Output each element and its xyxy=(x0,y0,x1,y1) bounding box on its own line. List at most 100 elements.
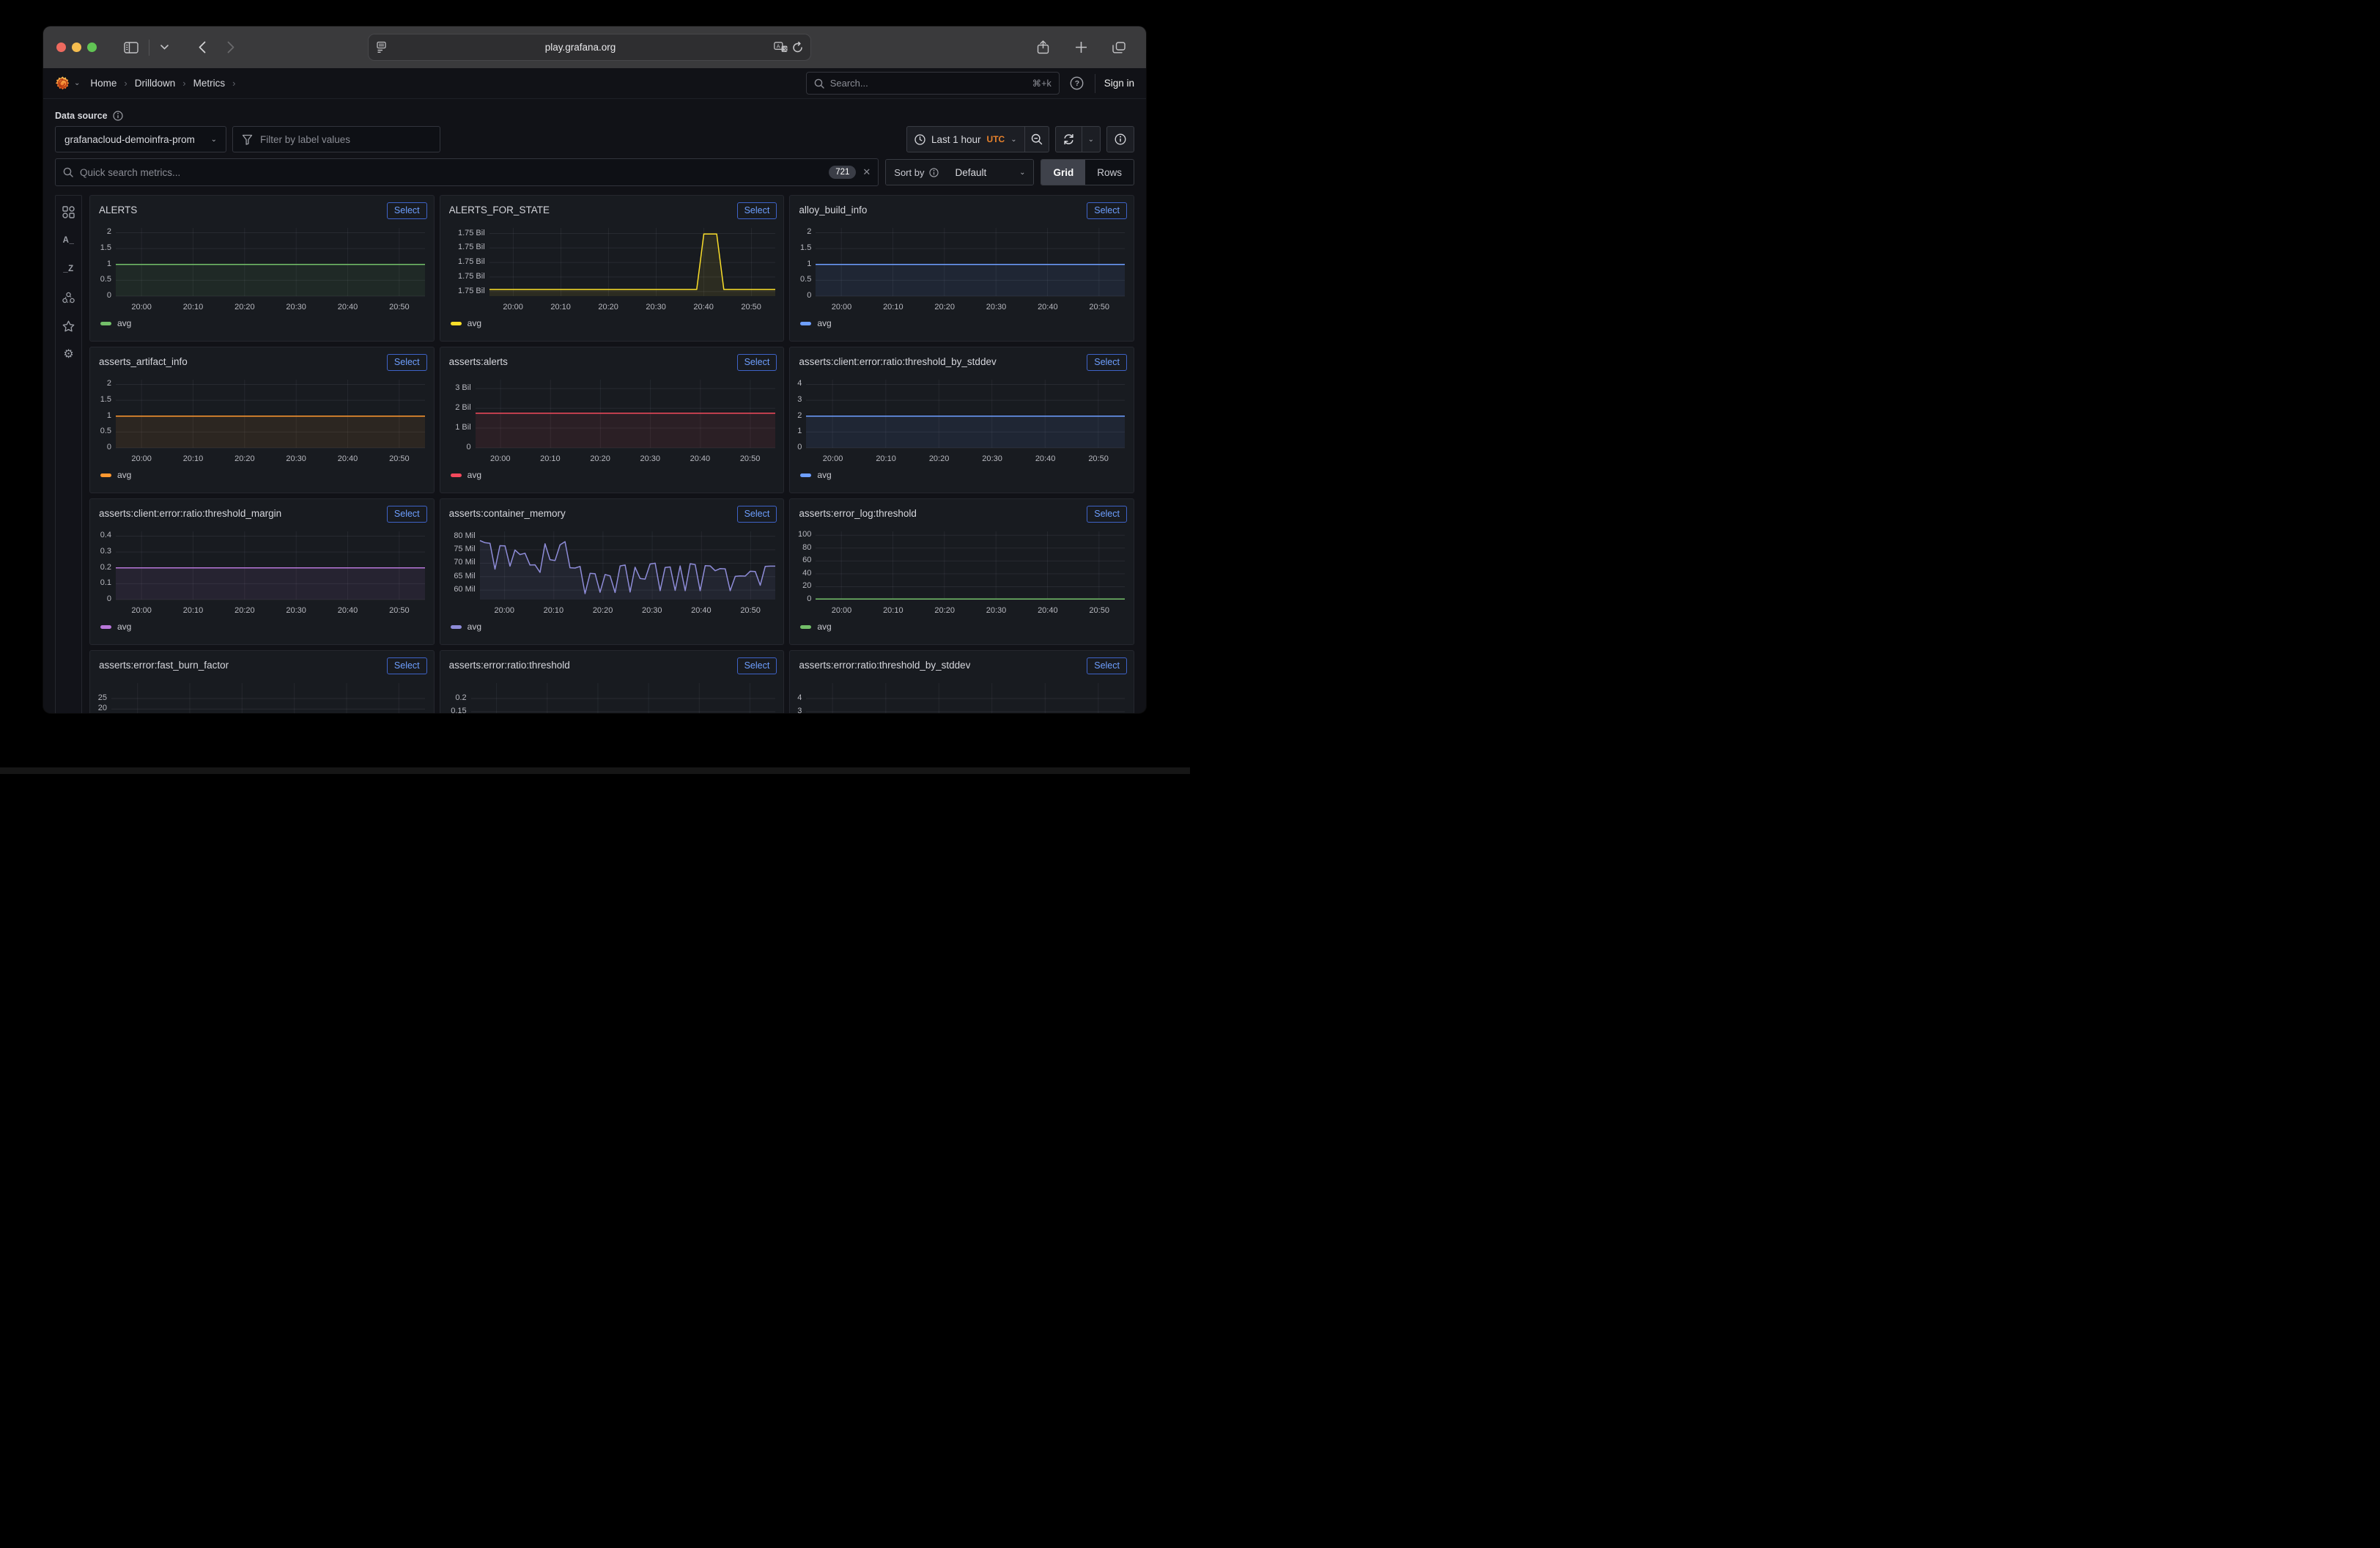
clear-search-icon[interactable]: ✕ xyxy=(862,166,871,178)
y-axis-label: 0 xyxy=(93,443,111,452)
global-search-input[interactable] xyxy=(830,78,1027,89)
legend-label: avg xyxy=(117,622,131,632)
legend[interactable]: avg xyxy=(451,470,481,480)
chart-plot[interactable] xyxy=(489,228,775,297)
translate-icon[interactable]: A 文 xyxy=(774,42,788,53)
chart-plot[interactable] xyxy=(806,683,1125,713)
info-icon[interactable] xyxy=(113,111,123,121)
view-option-grid[interactable]: Grid xyxy=(1041,160,1085,185)
close-window-button[interactable] xyxy=(56,43,66,52)
zoom-window-button[interactable] xyxy=(87,43,97,52)
tab-overview-button[interactable] xyxy=(1108,37,1130,59)
sign-in-button[interactable]: Sign in xyxy=(1104,78,1134,89)
y-axis-label: 100 xyxy=(793,530,811,539)
chart-plot[interactable] xyxy=(816,228,1125,297)
chart-plot[interactable] xyxy=(471,683,775,713)
x-axis-label: 20:30 xyxy=(278,303,314,312)
legend-label: avg xyxy=(468,622,481,632)
y-axis-label: 0.5 xyxy=(93,275,111,284)
quick-search-input[interactable] xyxy=(80,167,822,178)
x-axis-label: 20:10 xyxy=(175,606,212,615)
y-axis-label: 1.75 Bil xyxy=(443,272,485,281)
chart-plot[interactable] xyxy=(816,531,1125,600)
select-button[interactable]: Select xyxy=(737,202,777,219)
select-button[interactable]: Select xyxy=(1087,202,1127,219)
chart-plot[interactable] xyxy=(116,380,425,449)
forward-button[interactable] xyxy=(220,37,242,59)
select-button[interactable]: Select xyxy=(387,657,427,674)
select-button[interactable]: Select xyxy=(387,506,427,523)
label-filter-box[interactable] xyxy=(232,126,440,152)
chart-plot[interactable] xyxy=(116,531,425,600)
data-source-select[interactable]: grafanacloud-demoinfra-prom ⌄ xyxy=(55,126,226,152)
back-button[interactable] xyxy=(191,37,213,59)
chart-plot[interactable] xyxy=(116,228,425,297)
legend[interactable]: avg xyxy=(100,318,131,328)
x-axis-label: 20:50 xyxy=(1081,303,1117,312)
legend[interactable]: avg xyxy=(800,318,831,328)
sidebar-toggle-button[interactable] xyxy=(120,37,142,59)
legend[interactable]: avg xyxy=(800,622,831,632)
x-axis-label: 20:20 xyxy=(226,606,263,615)
svg-text:A: A xyxy=(777,43,780,49)
new-tab-button[interactable] xyxy=(1070,37,1092,59)
grafana-logo-icon xyxy=(55,75,70,91)
label-filter-input[interactable] xyxy=(260,134,431,145)
help-button[interactable]: ? xyxy=(1068,73,1086,95)
y-axis-label: 1 xyxy=(93,259,111,268)
select-button[interactable]: Select xyxy=(737,354,777,371)
sidebar-suffix-filter-button[interactable]: _Z xyxy=(61,262,77,276)
legend[interactable]: avg xyxy=(451,318,481,328)
view-option-rows[interactable]: Rows xyxy=(1085,160,1134,185)
legend[interactable]: avg xyxy=(451,622,481,632)
y-axis-label: 3 xyxy=(793,395,802,404)
metric-card: asserts:error_log:thresholdSelect0204060… xyxy=(789,498,1134,645)
quick-search-box[interactable]: 721 ✕ xyxy=(55,158,879,186)
x-axis-label: 20:10 xyxy=(875,303,912,312)
reader-icon xyxy=(376,41,387,54)
select-button[interactable]: Select xyxy=(1087,657,1127,674)
y-axis-label: 0.15 xyxy=(443,707,467,713)
breadcrumb-home[interactable]: Home xyxy=(90,78,117,89)
chart-plot[interactable] xyxy=(480,531,775,600)
grafana-logo-button[interactable]: ⌄ xyxy=(55,75,84,91)
chart-plot[interactable] xyxy=(806,380,1125,449)
sidebar-favorites-button[interactable] xyxy=(61,320,77,333)
select-button[interactable]: Select xyxy=(387,202,427,219)
breadcrumb-metrics[interactable]: Metrics xyxy=(193,78,226,89)
sidebar-settings-button[interactable]: ⚙ xyxy=(61,348,77,361)
time-range-picker[interactable]: Last 1 hour UTC ⌄ xyxy=(906,126,1025,152)
select-button[interactable]: Select xyxy=(1087,354,1127,371)
sort-select[interactable]: Default ⌄ xyxy=(947,160,1033,185)
chart-plot[interactable] xyxy=(476,380,775,449)
zoom-out-time-button[interactable] xyxy=(1025,126,1049,152)
chart-plot[interactable] xyxy=(111,683,425,713)
share-button[interactable] xyxy=(1032,37,1054,59)
info-icon[interactable] xyxy=(929,168,939,177)
chevron-down-icon: ⌄ xyxy=(211,136,217,144)
metric-title: ALERTS xyxy=(99,202,137,215)
select-button[interactable]: Select xyxy=(1087,506,1127,523)
select-button[interactable]: Select xyxy=(737,657,777,674)
legend[interactable]: avg xyxy=(100,622,131,632)
y-axis-label: 2 xyxy=(93,227,111,236)
sidebar-prefix-filter-button[interactable]: A_ xyxy=(61,234,77,247)
refresh-interval-dropdown[interactable]: ⌄ xyxy=(1082,126,1101,152)
minimize-window-button[interactable] xyxy=(72,43,81,52)
tab-group-chevron-button[interactable] xyxy=(156,37,172,59)
legend[interactable]: avg xyxy=(800,470,831,480)
metric-card-header: asserts_artifact_infoSelect xyxy=(90,347,434,371)
sidebar-groups-button[interactable] xyxy=(61,291,77,304)
legend[interactable]: avg xyxy=(100,470,131,480)
address-bar[interactable]: play.grafana.org A 文 xyxy=(368,34,811,61)
metric-card: asserts:client:error:ratio:threshold_by_… xyxy=(789,347,1134,493)
panel-info-button[interactable] xyxy=(1106,126,1134,152)
x-axis-label: 20:10 xyxy=(175,303,212,312)
breadcrumb-drilldown[interactable]: Drilldown xyxy=(135,78,176,89)
select-button[interactable]: Select xyxy=(387,354,427,371)
select-button[interactable]: Select xyxy=(737,506,777,523)
reload-icon[interactable] xyxy=(792,42,803,54)
global-search-box[interactable]: ⌘+k xyxy=(806,72,1060,95)
sidebar-overview-button[interactable] xyxy=(61,205,77,218)
refresh-button[interactable] xyxy=(1055,126,1082,152)
